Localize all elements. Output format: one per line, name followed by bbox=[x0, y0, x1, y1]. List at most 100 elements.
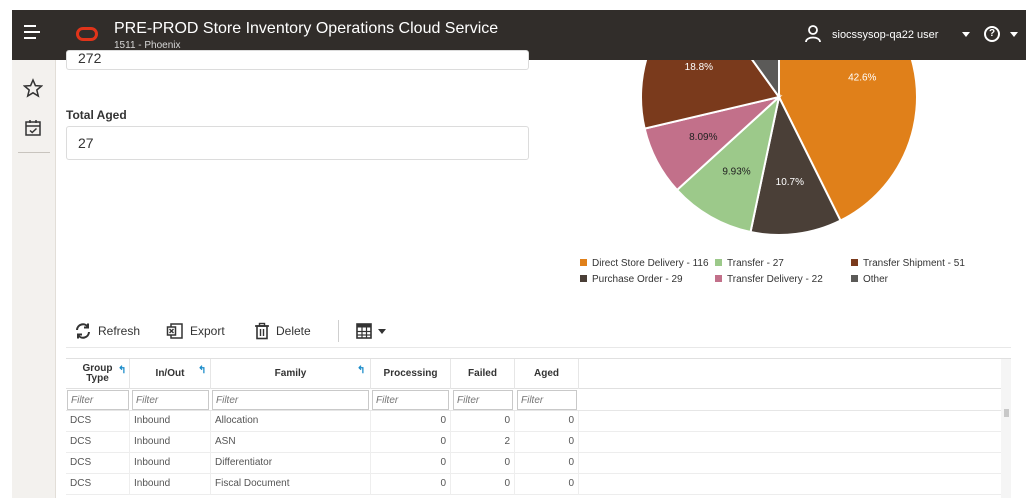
app-frame: PRE-PROD Store Inventory Operations Clou… bbox=[0, 0, 1026, 498]
legend-item-transfer-shipment[interactable]: Transfer Shipment - 51 bbox=[851, 258, 965, 269]
refresh-label: Refresh bbox=[98, 324, 141, 338]
filter-group-type-input[interactable] bbox=[67, 390, 129, 410]
legend-swatch bbox=[715, 259, 722, 266]
filter-aged-input[interactable] bbox=[517, 390, 577, 410]
table-row[interactable]: DCS Inbound Differentiator 0 0 0 bbox=[66, 453, 1001, 474]
filter-in-out-input[interactable] bbox=[132, 390, 209, 410]
columns-chevron-down-icon bbox=[378, 328, 386, 334]
cell-aged: 0 bbox=[515, 432, 579, 453]
legend-item-transfer[interactable]: Transfer - 27 bbox=[715, 258, 784, 269]
cell-group-type: DCS bbox=[66, 432, 130, 453]
export-button[interactable]: Export bbox=[166, 319, 225, 343]
column-header-group-type[interactable]: Group Type ↰ bbox=[66, 359, 130, 389]
pie-data-label: 18.8% bbox=[685, 62, 713, 73]
table-header-row: Group Type ↰ In/Out ↰ Family ↰ Processin… bbox=[66, 359, 1001, 389]
legend-swatch bbox=[851, 275, 858, 282]
menu-icon[interactable] bbox=[24, 25, 42, 43]
legend-swatch bbox=[580, 259, 587, 266]
filter-family-input[interactable] bbox=[212, 390, 369, 410]
sort-icon[interactable]: ↰ bbox=[118, 366, 126, 376]
cell-failed: 0 bbox=[451, 411, 515, 432]
legend-label: Other bbox=[863, 274, 889, 285]
filter-processing-input[interactable] bbox=[372, 390, 449, 410]
cell-in-out: Inbound bbox=[130, 432, 211, 453]
legend-swatch bbox=[580, 275, 587, 282]
cell-failed: 2 bbox=[451, 432, 515, 453]
columns-grid-icon bbox=[356, 323, 372, 339]
cell-processing: 0 bbox=[371, 453, 451, 474]
total-aged-label: Total Aged bbox=[66, 108, 127, 122]
pie-data-label: 42.6% bbox=[848, 72, 876, 83]
status-pie-chart: 42.6% 10.7% 9.93% 8.09% 18.8% bbox=[560, 60, 1000, 250]
export-label: Export bbox=[190, 324, 225, 338]
legend-item-purchase-order[interactable]: Purchase Order - 29 bbox=[580, 274, 683, 285]
legend-swatch bbox=[851, 259, 858, 266]
legend-label: Transfer Shipment - 51 bbox=[863, 258, 965, 269]
legend-item-transfer-delivery[interactable]: Transfer Delivery - 22 bbox=[715, 274, 823, 285]
status-table: Group Type ↰ In/Out ↰ Family ↰ Processin… bbox=[66, 358, 1011, 498]
pie-data-label: 8.09% bbox=[689, 132, 717, 143]
filter-failed-input[interactable] bbox=[453, 390, 513, 410]
cell-failed: 0 bbox=[451, 474, 515, 495]
sidebar-divider bbox=[18, 152, 50, 153]
column-header-processing[interactable]: Processing bbox=[371, 359, 451, 389]
pie-data-label: 10.7% bbox=[776, 177, 804, 188]
help-icon[interactable]: ? bbox=[984, 26, 1000, 42]
column-header-failed[interactable]: Failed bbox=[451, 359, 515, 389]
column-header-in-out[interactable]: In/Out ↰ bbox=[130, 359, 211, 389]
legend-label: Transfer - 27 bbox=[727, 258, 784, 269]
filter-row bbox=[66, 389, 1001, 411]
legend-label: Transfer Delivery - 22 bbox=[727, 274, 823, 285]
table-row[interactable]: DCS Inbound Fiscal Document 0 0 0 bbox=[66, 474, 1001, 495]
column-header-family[interactable]: Family ↰ bbox=[211, 359, 371, 389]
column-header-aged[interactable]: Aged bbox=[515, 359, 579, 389]
scrollbar-thumb[interactable] bbox=[1004, 409, 1009, 417]
cell-failed: 0 bbox=[451, 453, 515, 474]
cell-family: Fiscal Document bbox=[211, 474, 371, 495]
column-header-label: Aged bbox=[534, 368, 559, 379]
columns-menu-button[interactable] bbox=[356, 319, 386, 343]
legend-label: Direct Store Delivery - 116 bbox=[592, 258, 709, 269]
top-value-field: 272 bbox=[66, 50, 529, 70]
cell-aged: 0 bbox=[515, 453, 579, 474]
total-aged-field: 27 bbox=[66, 126, 529, 160]
legend-item-other[interactable]: Other bbox=[851, 274, 888, 285]
legend-item-direct-store-delivery[interactable]: Direct Store Delivery - 116 bbox=[580, 258, 709, 269]
delete-button[interactable]: Delete bbox=[254, 319, 311, 343]
cell-in-out: Inbound bbox=[130, 453, 211, 474]
column-header-label: Failed bbox=[468, 368, 497, 379]
toolbar-divider bbox=[338, 320, 339, 342]
pie-chart-svg: 42.6% 10.7% 9.93% 8.09% 18.8% bbox=[640, 60, 918, 236]
cell-group-type: DCS bbox=[66, 474, 130, 495]
user-menu[interactable]: siocssysop-qa22 user bbox=[832, 29, 938, 41]
cell-family: Differentiator bbox=[211, 453, 371, 474]
left-sidebar bbox=[12, 60, 56, 498]
column-header-label: Processing bbox=[383, 368, 438, 379]
cell-group-type: DCS bbox=[66, 411, 130, 432]
sort-icon[interactable]: ↰ bbox=[198, 366, 206, 376]
cell-processing: 0 bbox=[371, 432, 451, 453]
total-aged-value: 27 bbox=[78, 135, 94, 151]
export-icon bbox=[166, 323, 183, 339]
cell-family: Allocation bbox=[211, 411, 371, 432]
vertical-scrollbar[interactable] bbox=[1001, 359, 1011, 498]
user-icon[interactable] bbox=[805, 25, 821, 43]
cell-aged: 0 bbox=[515, 474, 579, 495]
cell-family: ASN bbox=[211, 432, 371, 453]
help-chevron-down-icon[interactable] bbox=[1010, 32, 1018, 37]
app-title: PRE-PROD Store Inventory Operations Clou… bbox=[114, 20, 499, 37]
table-row[interactable]: DCS Inbound ASN 0 2 0 bbox=[66, 432, 1001, 453]
favorites-star-icon[interactable] bbox=[23, 78, 43, 98]
refresh-icon bbox=[76, 323, 90, 339]
table-row[interactable]: DCS Inbound Allocation 0 0 0 bbox=[66, 411, 1001, 432]
cell-aged: 0 bbox=[515, 411, 579, 432]
refresh-button[interactable]: Refresh bbox=[74, 319, 140, 343]
tasks-calendar-icon[interactable] bbox=[23, 118, 43, 138]
delete-label: Delete bbox=[276, 324, 311, 338]
legend-swatch bbox=[715, 275, 722, 282]
pie-data-label: 9.93% bbox=[722, 166, 750, 177]
sort-icon[interactable]: ↰ bbox=[357, 366, 365, 376]
trash-icon bbox=[255, 322, 269, 340]
user-chevron-down-icon[interactable] bbox=[962, 32, 970, 37]
column-header-label: Group Type bbox=[82, 363, 113, 384]
